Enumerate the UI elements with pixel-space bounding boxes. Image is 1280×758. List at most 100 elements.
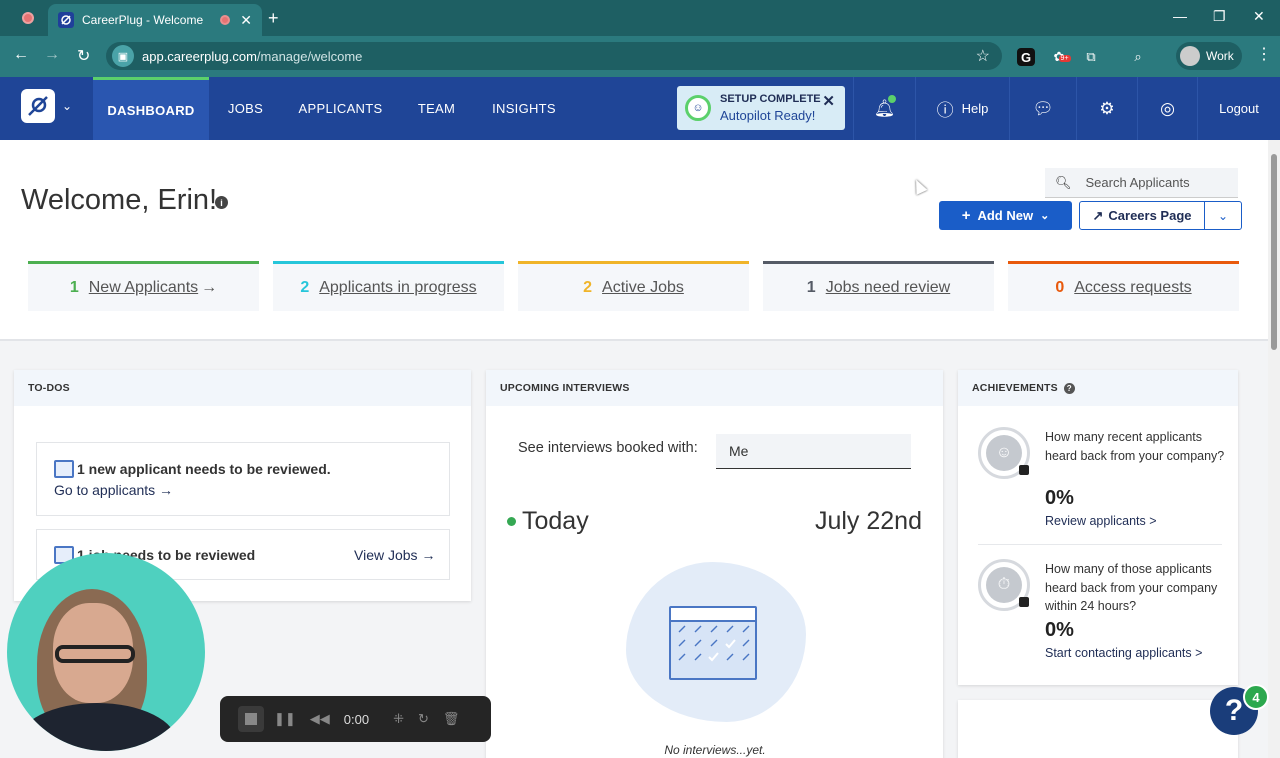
app-navbar: ⌄ DASHBOARD JOBS APPLICANTS TEAM INSIGHT… <box>0 77 1280 140</box>
help-circle-icon[interactable]: ? <box>1063 382 1075 394</box>
stat-applicants-in-progress[interactable]: 2 Applicants in progress <box>273 261 504 311</box>
stop-icon[interactable] <box>238 706 264 732</box>
window-close-icon[interactable]: ✕ <box>1253 8 1265 25</box>
recording-timer: 0:00 <box>343 711 370 727</box>
page-scrollbar[interactable] <box>1268 140 1280 758</box>
setup-title: SETUP COMPLETE <box>720 93 821 105</box>
user-circle-icon: ◎ <box>1160 98 1175 118</box>
robot-icon: ☺ <box>685 95 711 121</box>
url-host: app.careerplug.com <box>142 48 257 64</box>
extension-icon[interactable]: ✿9+ <box>1050 48 1071 66</box>
browser-tabbar: CareerPlug - Welcome ✕ + — ❐ ✕ <box>0 0 1280 36</box>
achievement-divider <box>978 544 1222 545</box>
stat-count: 1 <box>69 278 79 296</box>
go-to-applicants-link[interactable]: Go to applicants → <box>54 482 173 498</box>
upcoming-interviews-card: UPCOMING INTERVIEWS See interviews booke… <box>486 370 943 758</box>
no-interviews-text: No interviews...yet. <box>664 743 766 757</box>
interviews-header: UPCOMING INTERVIEWS <box>486 370 943 406</box>
notifications-button[interactable]: 🔔︎ <box>853 77 915 140</box>
nav-jobs[interactable]: JOBS <box>209 77 282 140</box>
forward-icon[interactable]: → <box>44 46 60 64</box>
help-label: Help <box>961 101 989 116</box>
chat-bubble-icon: ☺ <box>986 435 1022 471</box>
messages-button[interactable]: 💬︎ <box>1009 77 1076 140</box>
achievement-question: How many of those applicants heard back … <box>1045 562 1218 613</box>
todo-title: 1 new applicant needs to be reviewed. <box>77 461 331 477</box>
webcam-overlay[interactable] <box>7 553 205 751</box>
stat-label: Active Jobs <box>602 278 684 296</box>
grid-icon[interactable]: ⁜ <box>393 711 404 727</box>
nav-applicants[interactable]: APPLICANTS <box>282 77 399 140</box>
calendar-illustration-icon <box>669 606 757 680</box>
address-bar[interactable]: ▣ app.careerplug.com /manage/welcome ☆ <box>106 42 1002 70</box>
achievements-title: ACHIEVEMENTS <box>972 382 1058 394</box>
stat-label: Applicants in progress <box>319 278 477 296</box>
date-label: July 22nd <box>814 507 922 535</box>
nav-dashboard[interactable]: DASHBOARD <box>93 77 209 140</box>
grammarly-extension-icon[interactable]: G <box>1017 48 1035 66</box>
rewind-icon[interactable]: ◀◀ <box>310 711 330 727</box>
pause-icon[interactable]: ❚❚ <box>274 711 296 727</box>
lock-icon <box>1019 597 1029 607</box>
setup-complete-banner[interactable]: ☺ SETUP COMPLETE Autopilot Ready! ✕ <box>677 86 845 130</box>
stopwatch-icon: ⏱︎ <box>986 567 1022 603</box>
booked-with-label: See interviews booked with: <box>518 440 698 456</box>
account-button[interactable]: ◎ <box>1137 77 1197 140</box>
stat-access-requests[interactable]: 0 Access requests <box>1008 261 1239 311</box>
view-jobs-link[interactable]: View Jobs → <box>354 547 435 563</box>
search-icon: 🔍︎ <box>1055 174 1072 190</box>
logout-button[interactable]: Logout <box>1197 77 1280 140</box>
nav-insights[interactable]: INSIGHTS <box>474 77 574 140</box>
settings-button[interactable]: ⚙ <box>1076 77 1137 140</box>
browser-tab[interactable]: CareerPlug - Welcome ✕ <box>48 4 262 36</box>
scrollbar-thumb[interactable] <box>1271 154 1277 350</box>
stat-label: Access requests <box>1074 278 1192 296</box>
setup-close-icon[interactable]: ✕ <box>822 92 835 110</box>
careers-dropdown-button[interactable]: ⌄ <box>1204 201 1242 230</box>
tab-search-icon[interactable]: ⌕ <box>1129 48 1147 66</box>
site-info-icon[interactable]: ▣ <box>112 45 134 67</box>
trash-icon[interactable]: 🗑︎ <box>443 711 460 727</box>
tab-title: CareerPlug - Welcome <box>82 13 204 27</box>
stat-new-applicants[interactable]: 1 New Applicants → <box>28 261 259 311</box>
browser-menu-icon[interactable]: ⋮ <box>1256 44 1272 64</box>
chat-icon: 💬︎ <box>1032 98 1054 118</box>
stat-active-jobs[interactable]: 2 Active Jobs <box>518 261 749 311</box>
minimize-icon[interactable]: — <box>1173 8 1187 24</box>
achievement-percent: 0% <box>1045 487 1074 509</box>
profile-button[interactable]: Work <box>1176 42 1242 70</box>
add-new-label: Add New <box>977 208 1034 223</box>
stat-count: 1 <box>806 278 816 296</box>
setup-subtitle: Autopilot Ready! <box>720 108 816 123</box>
restart-icon[interactable]: ↻ <box>418 711 429 727</box>
logout-label: Logout <box>1219 101 1259 116</box>
careerplug-logo-icon[interactable] <box>21 89 55 123</box>
booked-with-select[interactable]: Me <box>716 434 911 469</box>
extensions-puzzle-icon[interactable]: ⧉ <box>1082 48 1100 66</box>
notification-dot <box>888 95 896 103</box>
stat-jobs-need-review[interactable]: 1 Jobs need review <box>763 261 994 311</box>
browser-toolbar: ← → ↻ ▣ app.careerplug.com /manage/welco… <box>0 36 1280 77</box>
bookmark-star-icon[interactable]: ☆ <box>976 46 990 66</box>
careers-page-button[interactable]: ↗ Careers Page <box>1079 201 1205 230</box>
nav-team[interactable]: TEAM <box>399 77 474 140</box>
achievement-question: How many recent applicants heard back fr… <box>1045 430 1225 463</box>
tab-recording-icon <box>220 15 231 25</box>
achievements-header: ACHIEVEMENTS ? <box>958 370 1238 406</box>
back-icon[interactable]: ← <box>13 46 29 64</box>
review-applicants-link[interactable]: Review applicants > <box>1045 514 1157 528</box>
start-contacting-link[interactable]: Start contacting applicants > <box>1045 646 1202 660</box>
add-new-button[interactable]: + Add New ⌄ <box>939 201 1072 230</box>
new-tab-icon[interactable]: + <box>268 8 279 29</box>
stat-count: 2 <box>583 278 593 296</box>
arrow-right-icon: → <box>201 278 218 296</box>
search-input[interactable]: 🔍︎ Search Applicants <box>1045 168 1238 198</box>
todo-item: 1 new applicant needs to be reviewed. Go… <box>36 442 450 516</box>
reload-icon[interactable]: ↻ <box>77 46 90 66</box>
help-button[interactable]: ⓘ Help <box>915 77 1009 140</box>
maximize-icon[interactable]: ❐ <box>1213 8 1226 25</box>
question-circle-icon: ⓘ <box>936 101 954 120</box>
logo-dropdown-icon[interactable]: ⌄ <box>62 99 72 113</box>
info-icon[interactable]: i <box>215 196 228 209</box>
tab-close-icon[interactable]: ✕ <box>240 12 252 29</box>
